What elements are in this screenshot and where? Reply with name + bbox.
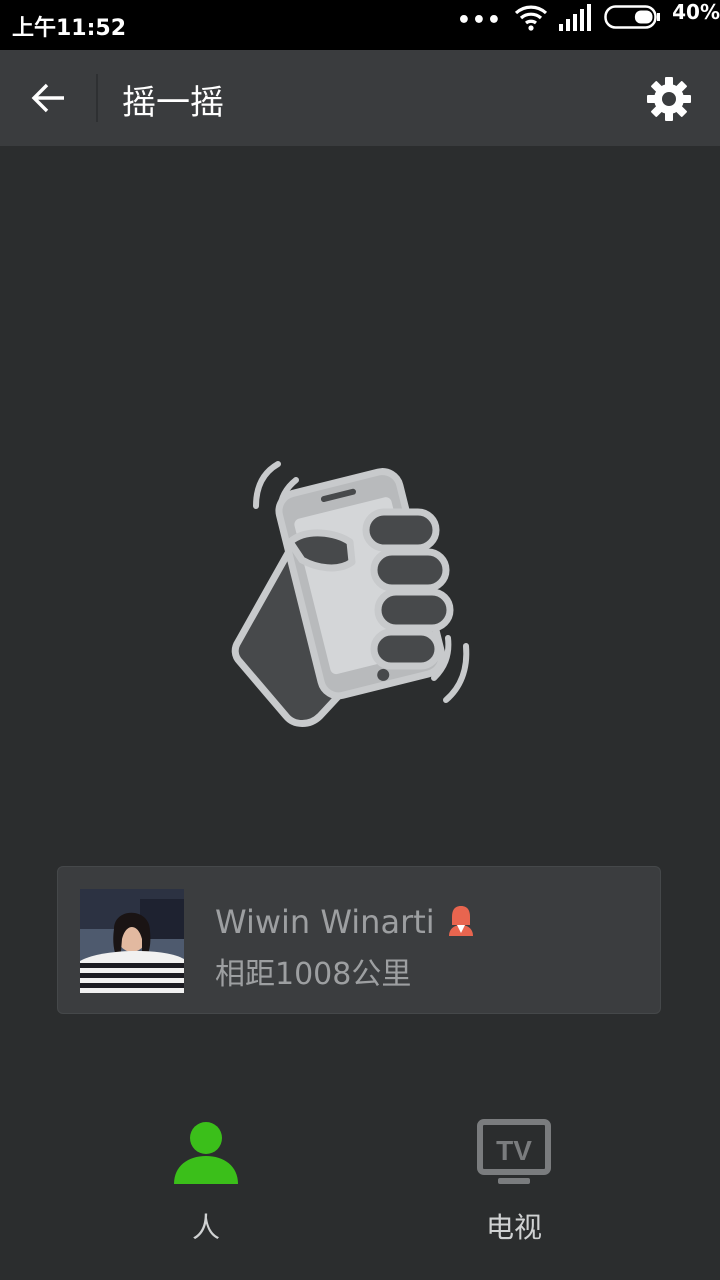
gear-icon (647, 77, 691, 121)
tab-tv[interactable]: TV 电视 (444, 1118, 584, 1258)
toolbar: 摇一摇 (0, 50, 720, 146)
result-name: Wiwin Winarti (215, 903, 435, 941)
settings-button[interactable] (642, 72, 696, 126)
female-icon (449, 906, 473, 936)
battery-percent: 40% (672, 0, 720, 24)
avatar-photo (80, 889, 184, 993)
avatar (80, 889, 184, 993)
result-distance: 相距1008公里 (215, 957, 412, 992)
tv-icon: TV (477, 1119, 551, 1184)
tab-people[interactable]: 人 (136, 1118, 276, 1258)
person-icon (174, 1122, 238, 1184)
toolbar-divider (96, 74, 98, 122)
page-title: 摇一摇 (122, 83, 224, 123)
arrow-left-icon (31, 83, 64, 113)
battery-icon (604, 5, 660, 29)
status-time: 上午11:52 (12, 16, 127, 41)
wifi-icon (514, 5, 548, 31)
back-button[interactable] (20, 72, 76, 124)
shake-illustration[interactable] (220, 450, 510, 740)
signal-icon (559, 4, 591, 31)
shake-result-card[interactable]: Wiwin Winarti 相距1008公里 (57, 866, 661, 1014)
tab-people-label: 人 (191, 1211, 220, 1244)
shake-phone-hand-icon (231, 461, 470, 727)
status-bar: 上午11:52 ••• 40% (0, 0, 720, 50)
tab-tv-label: 电视 (485, 1211, 542, 1244)
svg-text:TV: TV (496, 1135, 532, 1166)
notification-dots-icon: ••• (456, 8, 502, 33)
